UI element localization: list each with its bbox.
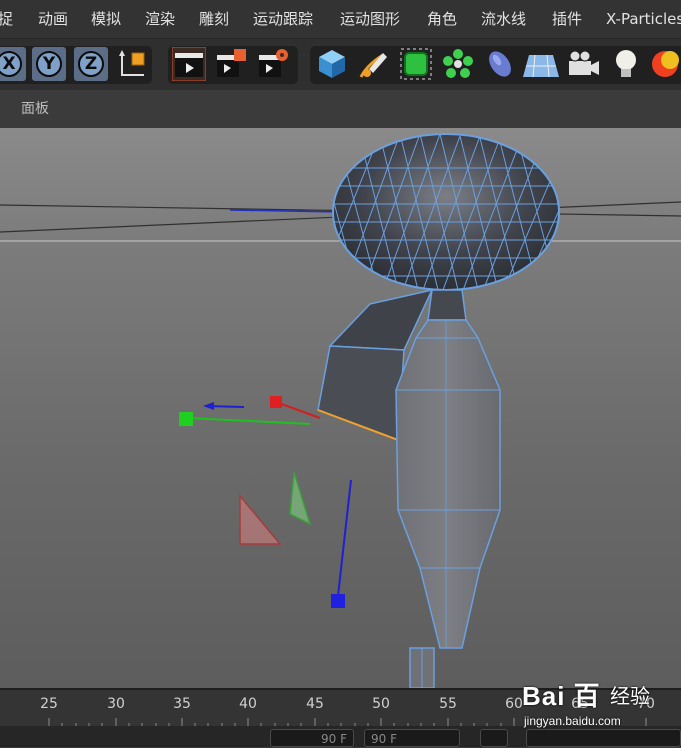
menu-plugins[interactable]: 插件	[552, 0, 582, 38]
subdivision-button[interactable]	[399, 47, 433, 81]
light-button[interactable]	[609, 47, 643, 81]
body-mesh[interactable]	[395, 319, 501, 688]
current-frame-field[interactable]: 90 F	[270, 729, 354, 747]
z-axis-lock-button[interactable]: Z	[74, 47, 108, 81]
cube-icon	[319, 50, 345, 78]
gizmo-x-handle[interactable]	[270, 396, 282, 408]
tick-label: 40	[239, 696, 257, 712]
deformer-icon	[489, 51, 511, 77]
material-button[interactable]	[648, 47, 681, 81]
tick-label: 25	[40, 696, 58, 712]
floor-icon	[523, 54, 559, 78]
watermark-name: 经验	[610, 684, 650, 708]
pen-spline-icon	[359, 53, 387, 78]
pen-spline-button[interactable]	[357, 47, 391, 81]
watermark-logo: Bai 百	[522, 681, 601, 711]
render-settings-button[interactable]	[256, 47, 290, 81]
y-axis-icon: Y	[36, 51, 62, 77]
menu-snap[interactable]: 捉	[0, 0, 13, 38]
material-icon	[652, 51, 679, 77]
baidu-jingyan-watermark: Bai 百 经验 jingyan.baidu.com	[518, 676, 678, 736]
render-view-icon	[171, 46, 207, 82]
camera-button[interactable]	[567, 47, 601, 81]
tick-label: 35	[173, 696, 191, 712]
subdivision-icon	[400, 48, 432, 80]
cloner-button[interactable]	[441, 47, 475, 81]
menu-pipeline[interactable]: 流水线	[481, 0, 526, 38]
y-axis-lock-button[interactable]: Y	[32, 47, 66, 81]
render-picture-viewer-icon	[217, 49, 246, 77]
goto-start-button[interactable]	[480, 729, 508, 747]
coordinate-system-icon	[119, 50, 145, 76]
menu-motion-tracking[interactable]: 运动跟踪	[253, 0, 313, 38]
render-picture-viewer-button[interactable]	[214, 47, 248, 81]
menu-animate[interactable]: 动画	[38, 0, 68, 38]
menu-character[interactable]: 角色	[427, 0, 457, 38]
tick-label: 50	[372, 696, 390, 712]
menu-bar: 捉 动画 模拟 渲染 雕刻 运动跟踪 运动图形 角色 流水线 插件 X-Part…	[0, 0, 681, 38]
render-settings-icon	[259, 49, 288, 77]
camera-icon	[569, 50, 599, 75]
deformer-button[interactable]	[483, 47, 517, 81]
gizmo-z-handle[interactable]	[331, 594, 345, 608]
x-axis-lock-button[interactable]: X	[0, 47, 26, 81]
menu-x-particles[interactable]: X-Particles	[606, 0, 681, 38]
end-frame-field[interactable]: 90 F	[364, 729, 460, 747]
move-gizmo[interactable]	[179, 396, 352, 608]
viewport-panel-bar: 面板	[0, 90, 681, 129]
cloner-icon	[443, 49, 473, 78]
menu-mograph[interactable]: 运动图形	[340, 0, 400, 38]
light-icon	[616, 50, 636, 77]
cube-button[interactable]	[315, 47, 349, 81]
tick-label: 45	[306, 696, 324, 712]
tick-label: 30	[107, 696, 125, 712]
neck-mesh[interactable]	[427, 289, 467, 321]
viewport-scene	[0, 133, 681, 688]
floor-button[interactable]	[521, 47, 559, 81]
menu-sculpt[interactable]: 雕刻	[199, 0, 229, 38]
watermark-url: jingyan.baidu.com	[524, 714, 621, 728]
menu-render[interactable]: 渲染	[145, 0, 175, 38]
render-view-button[interactable]	[171, 46, 207, 82]
menu-simulate[interactable]: 模拟	[91, 0, 121, 38]
gizmo-y-handle[interactable]	[179, 412, 193, 426]
tick-label: 55	[439, 696, 457, 712]
coordinate-system-button[interactable]	[116, 47, 150, 81]
3d-viewport[interactable]	[0, 128, 681, 688]
z-axis-icon: Z	[78, 51, 104, 77]
main-toolbar: X Y Z	[0, 38, 681, 91]
head-sphere-mesh[interactable]	[330, 133, 560, 298]
panel-menu[interactable]: 面板	[21, 90, 49, 128]
x-axis-icon: X	[0, 51, 22, 77]
